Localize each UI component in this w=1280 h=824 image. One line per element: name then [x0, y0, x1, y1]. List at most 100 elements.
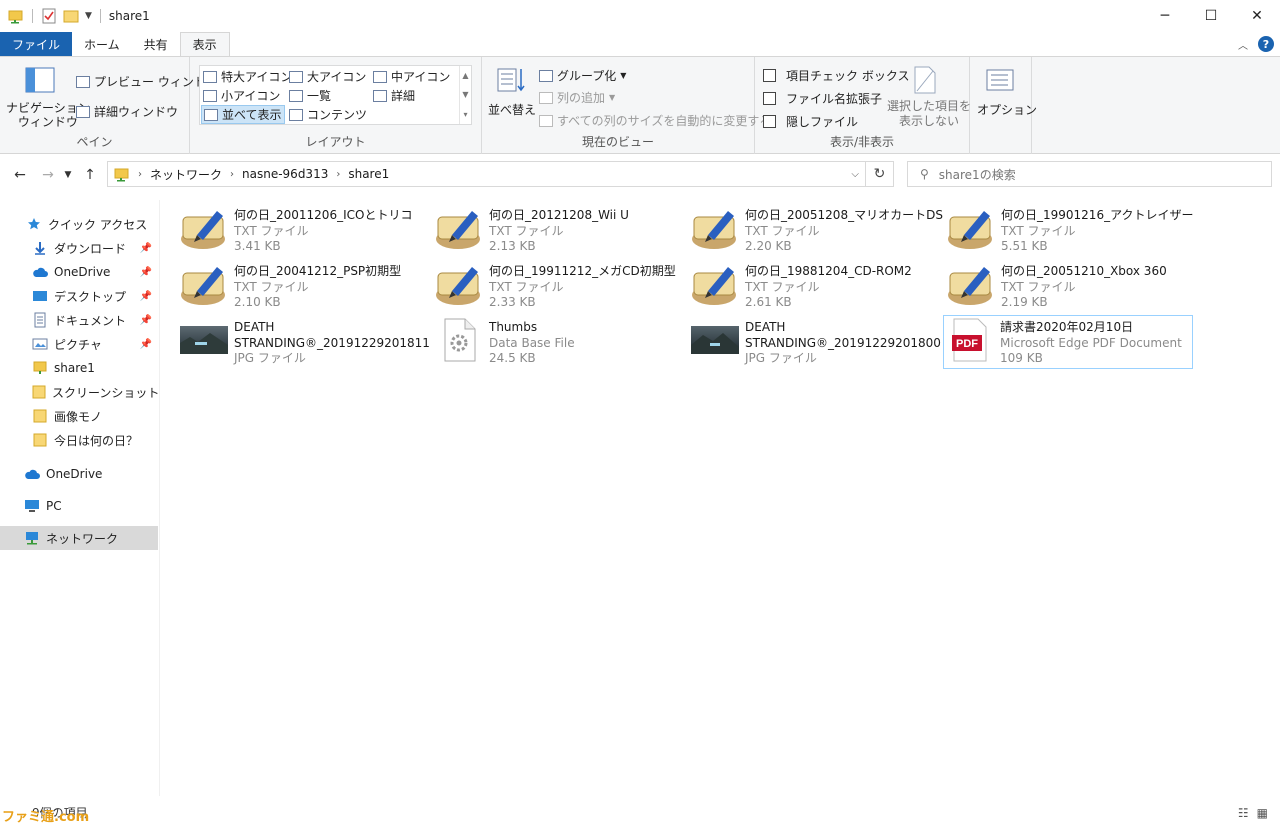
- gallery-expand-icon[interactable]: ▾: [463, 110, 467, 119]
- tab-view[interactable]: 表示: [179, 32, 230, 56]
- file-name: 何の日_19901216_アクトレイザー: [1001, 208, 1194, 222]
- pin-icon[interactable]: 📌: [140, 339, 152, 350]
- close-button[interactable]: ✕: [1234, 0, 1280, 32]
- file-tile[interactable]: 何の日_19881204_CD-ROM2 TXT ファイル 2.61 KB: [689, 260, 939, 314]
- nav-desktop[interactable]: デスクトップ 📌: [0, 284, 158, 308]
- search-input[interactable]: ⚲ share1の検索: [907, 161, 1272, 187]
- details-pane-button[interactable]: 詳細ウィンドウ: [76, 103, 178, 120]
- scroll-up-icon[interactable]: ▲: [462, 71, 468, 80]
- breadcrumb-share1[interactable]: share1: [348, 167, 389, 181]
- new-folder-icon[interactable]: [63, 8, 79, 24]
- group-by-button[interactable]: グループ化 ▼: [539, 67, 626, 84]
- nav-share1[interactable]: share1: [0, 356, 158, 380]
- pin-icon[interactable]: 📌: [140, 291, 152, 302]
- file-name-line2: STRANDING®_20191229201800: [745, 335, 941, 350]
- sort-button[interactable]: 並べ替え: [488, 101, 536, 118]
- layout-tiles[interactable]: 並べて表示: [201, 105, 285, 124]
- autosize-columns-button[interactable]: すべての列のサイズを自動的に変更する: [539, 112, 771, 129]
- breadcrumb-separator[interactable]: ›: [230, 169, 234, 180]
- layout-medium-icons[interactable]: 中アイコン: [373, 68, 450, 85]
- autosize-icon: [539, 114, 553, 127]
- nav-onedrive[interactable]: OneDrive: [0, 462, 158, 486]
- file-name: DEATH: [234, 320, 275, 334]
- nav-today-what-day[interactable]: 今日は何の日？: [0, 428, 158, 452]
- up-button[interactable]: ↑: [78, 167, 102, 183]
- nav-quick-access[interactable]: クイック アクセス: [0, 212, 158, 236]
- layout-list[interactable]: 一覧: [289, 87, 331, 104]
- back-button[interactable]: ←: [8, 167, 32, 183]
- add-column-button[interactable]: 列の追加 ▼: [539, 89, 615, 106]
- nav-pc[interactable]: PC: [0, 494, 158, 518]
- collapse-ribbon-icon[interactable]: ︿: [1238, 37, 1248, 52]
- checkbox[interactable]: [763, 69, 776, 82]
- checkbox[interactable]: [763, 92, 776, 105]
- tab-share[interactable]: 共有: [132, 32, 180, 56]
- scroll-down-icon[interactable]: ▼: [462, 90, 468, 99]
- recent-locations-icon[interactable]: ▼: [62, 170, 74, 180]
- hidden-files-toggle[interactable]: 隠しファイル: [763, 113, 858, 130]
- file-tile[interactable]: 何の日_20041212_PSP初期型 TXT ファイル 2.10 KB: [178, 260, 428, 314]
- navigation-bar: ← → ▼ ↑ › ネットワーク › nasne-96d313 › share1…: [0, 158, 1280, 192]
- file-name: 何の日_20011206_ICOとトリコ: [234, 208, 413, 222]
- qat-dropdown-icon[interactable]: ▼: [85, 11, 92, 21]
- maximize-button[interactable]: ☐: [1188, 0, 1234, 32]
- file-tile[interactable]: 何の日_20121208_Wii U TXT ファイル 2.13 KB: [433, 204, 683, 258]
- file-tile[interactable]: 何の日_20051210_Xbox 360 TXT ファイル 2.19 KB: [945, 260, 1195, 314]
- details-view-icon[interactable]: ☷: [1238, 806, 1249, 820]
- watermark: ファミ通.com: [2, 810, 90, 824]
- refresh-button[interactable]: ↻: [865, 162, 893, 186]
- nav-network[interactable]: ネットワーク: [0, 526, 158, 550]
- layout-large-icons[interactable]: 大アイコン: [289, 68, 366, 85]
- breadcrumb-nasne[interactable]: nasne-96d313: [242, 167, 328, 181]
- address-bar[interactable]: › ネットワーク › nasne-96d313 › share1 ⌵ ↻: [107, 161, 894, 187]
- item-checkbox-toggle[interactable]: 項目チェック ボックス: [763, 67, 909, 84]
- file-tile[interactable]: Thumbs Data Base File 24.5 KB: [433, 316, 683, 370]
- breadcrumb-separator[interactable]: ›: [336, 169, 340, 180]
- tab-home[interactable]: ホーム: [72, 32, 132, 56]
- pin-icon[interactable]: 📌: [140, 243, 152, 254]
- checkbox[interactable]: [763, 115, 776, 128]
- file-extension-toggle[interactable]: ファイル名拡張子: [763, 90, 882, 107]
- tab-file[interactable]: ファイル: [0, 32, 73, 56]
- nav-screenshots[interactable]: スクリーンショット: [0, 380, 159, 404]
- layout-extra-large-icons[interactable]: 特大アイコン: [203, 68, 292, 85]
- file-tile[interactable]: 何の日_19911212_メガCD初期型 TXT ファイル 2.33 KB: [433, 260, 683, 314]
- pin-icon[interactable]: 📌: [140, 267, 152, 278]
- properties-icon[interactable]: [41, 8, 57, 24]
- nav-documents[interactable]: ドキュメント 📌: [0, 308, 158, 332]
- autosize-label: すべての列のサイズを自動的に変更する: [557, 114, 772, 128]
- file-name: 何の日_20051208_マリオカートDS: [745, 208, 943, 222]
- file-size: 2.61 KB: [745, 295, 792, 309]
- pin-icon[interactable]: 📌: [140, 315, 152, 326]
- layout-details[interactable]: 詳細: [373, 87, 415, 104]
- layout-small-icons[interactable]: 小アイコン: [203, 87, 280, 104]
- file-tile[interactable]: 何の日_20051208_マリオカートDS TXT ファイル 2.20 KB: [689, 204, 943, 258]
- forward-button[interactable]: →: [36, 167, 60, 183]
- breadcrumb-separator[interactable]: ›: [138, 169, 142, 180]
- gallery-scroll[interactable]: ▲ ▼ ▾: [459, 66, 471, 124]
- nav-image-mono[interactable]: 画像モノ: [0, 404, 158, 428]
- txt-icon: [433, 204, 485, 252]
- file-size: 2.10 KB: [234, 295, 281, 309]
- minimize-button[interactable]: ─: [1142, 0, 1188, 32]
- file-tile-selected[interactable]: PDF 請求書2020年02月10日 Microsoft Edge PDF Doc…: [943, 315, 1193, 369]
- nav-downloads[interactable]: ダウンロード 📌: [0, 236, 158, 260]
- file-tile[interactable]: 何の日_19901216_アクトレイザー TXT ファイル 5.51 KB: [945, 204, 1195, 258]
- hide-selected-button[interactable]: 選択した項目を 表示しない: [887, 99, 971, 129]
- large-icons-view-icon[interactable]: ▦: [1257, 806, 1268, 820]
- options-button[interactable]: オプション: [977, 101, 1037, 118]
- breadcrumb-network[interactable]: ネットワーク: [150, 166, 222, 183]
- layout-content[interactable]: コンテンツ: [289, 106, 367, 123]
- file-size: 5.51 KB: [1001, 239, 1048, 253]
- ribbon-group-pane: ナビゲーション ウィンドウ プレビュー ウィンドウ 詳細ウィンドウ ペイン: [0, 57, 218, 154]
- file-tile[interactable]: DEATH STRANDING®_20191229201811 JPG ファイル: [178, 316, 430, 370]
- file-tile[interactable]: 何の日_20011206_ICOとトリコ TXT ファイル 3.41 KB: [178, 204, 428, 258]
- file-tile[interactable]: DEATH STRANDING®_20191229201800 JPG ファイル: [689, 316, 941, 370]
- help-icon[interactable]: ?: [1258, 36, 1274, 52]
- nav-onedrive-pinned[interactable]: OneDrive 📌: [0, 260, 158, 284]
- txt-icon: [433, 260, 485, 308]
- network-folder-icon: [32, 360, 48, 376]
- nav-pictures[interactable]: ピクチャ 📌: [0, 332, 158, 356]
- image-thumbnail-icon: [689, 316, 741, 364]
- address-dropdown-icon[interactable]: ⌵: [851, 162, 859, 186]
